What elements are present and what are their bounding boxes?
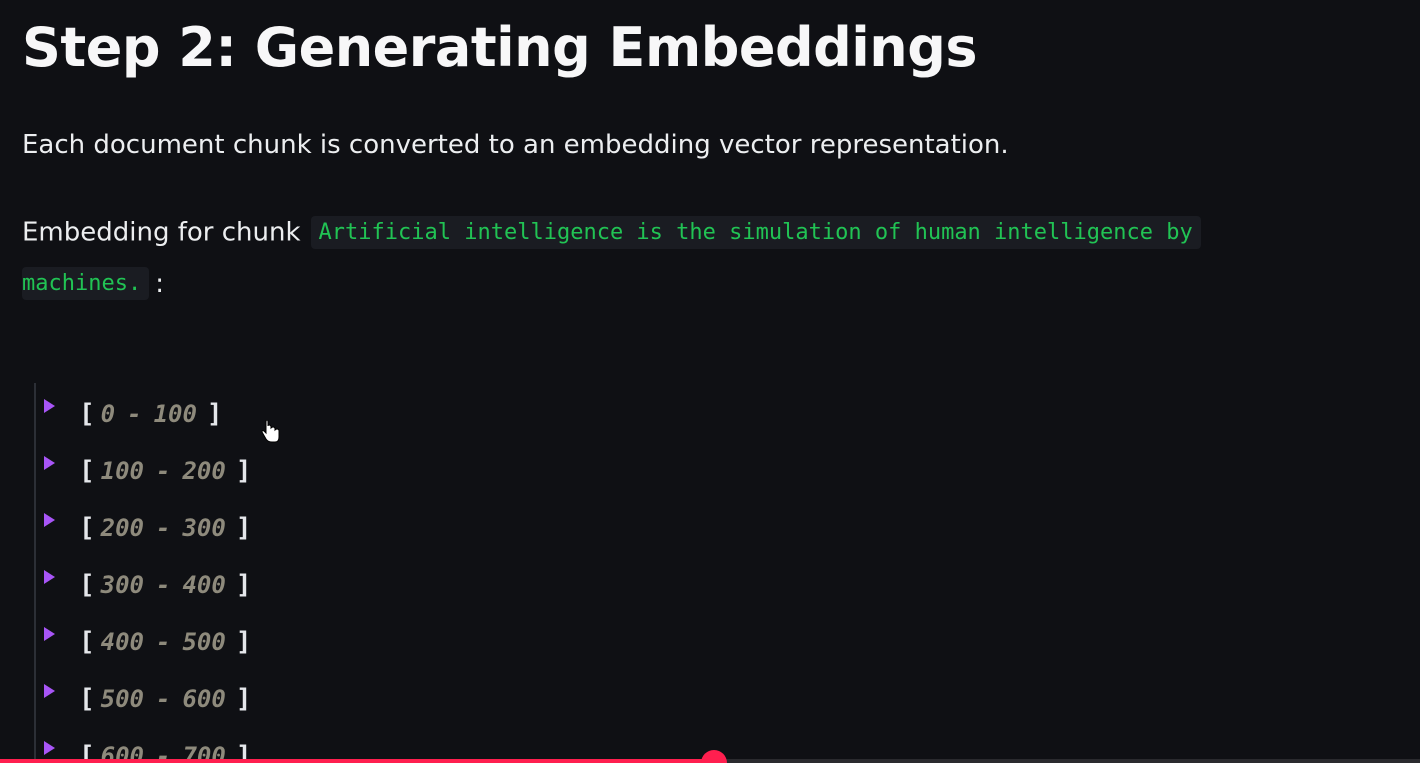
range-dash: - [156, 571, 171, 599]
range-start: 100 [100, 457, 145, 485]
range-dash: - [127, 400, 142, 428]
range-label: 100-200 [101, 457, 226, 485]
range-label: 400-500 [101, 628, 226, 656]
range-open-bracket: [ [79, 684, 95, 714]
page-title: Step 2: Generating Embeddings [22, 16, 978, 79]
video-progress-bar[interactable] [0, 750, 1420, 763]
range-open-bracket: [ [79, 570, 95, 600]
page: Step 2: Generating Embeddings Each docum… [0, 0, 1420, 763]
range-end: 600 [182, 685, 226, 713]
range-expander-100-200[interactable]: [ 100-200 ] [44, 451, 251, 491]
range-close-bracket: ] [206, 399, 223, 429]
description-text: Each document chunk is converted to an e… [22, 130, 1009, 160]
range-end: 300 [182, 514, 226, 542]
range-label: 500-600 [101, 685, 226, 713]
range-start: 400 [100, 628, 145, 656]
range-expander-300-400[interactable]: [ 300-400 ] [44, 565, 251, 605]
range-open-bracket: [ [79, 513, 95, 543]
caret-right-icon[interactable] [44, 627, 55, 641]
range-end: 100 [153, 400, 197, 428]
range-expander-0-100[interactable]: [ 0-100 ] [44, 394, 223, 434]
range-end: 500 [182, 628, 226, 656]
range-expander-500-600[interactable]: [ 500-600 ] [44, 679, 251, 719]
range-end: 400 [182, 571, 226, 599]
range-close-bracket: ] [235, 456, 252, 486]
range-expander-200-300[interactable]: [ 200-300 ] [44, 508, 251, 548]
range-close-bracket: ] [235, 627, 252, 657]
range-open-bracket: [ [79, 456, 95, 486]
chunk-text-code: Artificial intelligence is the simulatio… [310, 215, 1201, 249]
range-open-bracket: [ [79, 399, 95, 429]
range-start: 0 [100, 400, 116, 428]
chunk-label: Embedding for chunk [22, 217, 301, 248]
range-label: 300-400 [101, 571, 226, 599]
range-start: 200 [100, 514, 145, 542]
range-end: 200 [182, 457, 226, 485]
caret-right-icon[interactable] [44, 513, 55, 527]
range-start: 500 [100, 685, 145, 713]
caret-right-icon[interactable] [44, 741, 55, 755]
caret-right-icon[interactable] [44, 399, 55, 413]
range-close-bracket: ] [235, 684, 252, 714]
range-dash: - [156, 628, 171, 656]
caret-right-icon[interactable] [44, 570, 55, 584]
caret-right-icon[interactable] [44, 684, 55, 698]
range-dash: - [156, 514, 171, 542]
chunk-colon: : [155, 268, 164, 299]
chunk-label-line: Embedding for chunk Artificial intelligen… [22, 212, 1322, 252]
range-label: 0-100 [101, 400, 197, 428]
range-close-bracket: ] [235, 570, 252, 600]
caret-right-icon[interactable] [44, 456, 55, 470]
range-label: 200-300 [101, 514, 226, 542]
range-close-bracket: ] [235, 513, 252, 543]
range-dash: - [156, 457, 171, 485]
range-start: 300 [100, 571, 145, 599]
hand-pointer-icon [261, 420, 280, 443]
chunk-text-continuation: machines.: [22, 263, 1322, 303]
range-expander-400-500[interactable]: [ 400-500 ] [44, 622, 251, 662]
range-dash: - [156, 685, 171, 713]
video-progress-fill [0, 759, 714, 763]
chunk-text-code-end: machines. [22, 266, 150, 300]
range-open-bracket: [ [79, 627, 95, 657]
